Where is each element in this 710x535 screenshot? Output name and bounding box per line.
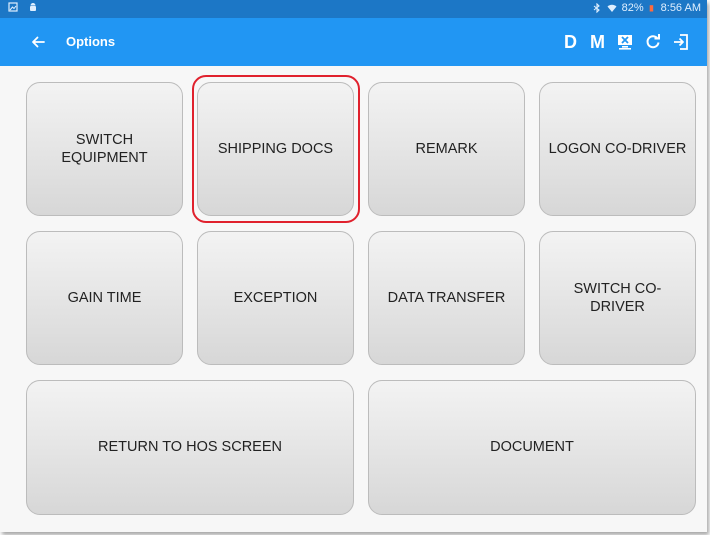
exception-button[interactable]: EXCEPTION (197, 231, 354, 365)
bluetooth-icon (593, 3, 600, 13)
data-transfer-button[interactable]: DATA TRANSFER (368, 231, 525, 365)
document-label: DOCUMENT (490, 439, 574, 456)
exception-label: EXCEPTION (233, 289, 318, 306)
monitor-icon (618, 35, 632, 50)
android-notification-icon (30, 3, 36, 11)
switch-co-driver-label: SWITCH CO-DRIVER (573, 280, 662, 315)
battery-percent: 82% (621, 2, 644, 14)
logout-button[interactable] (667, 28, 695, 56)
app-frame: 82% 8:56 AM Options D M SWITCH EQUIPMENT… (0, 0, 707, 532)
status-time: 8:56 AM (660, 2, 701, 14)
shipping-docs-button[interactable]: SHIPPING DOCS (197, 82, 354, 216)
remark-button[interactable]: REMARK (368, 82, 525, 216)
status-bar: 82% 8:56 AM (0, 0, 707, 18)
app-bar: Options D M (0, 18, 707, 66)
page-title: Options (66, 34, 116, 49)
gain-time-label: GAIN TIME (67, 289, 142, 306)
switch-co-driver-button[interactable]: SWITCH CO-DRIVER (539, 231, 696, 365)
switch-equipment-button[interactable]: SWITCH EQUIPMENT (26, 82, 183, 216)
wifi-icon (607, 4, 617, 12)
refresh-button[interactable] (639, 28, 667, 56)
logon-co-driver-label: LOGON CO-DRIVER (548, 140, 687, 157)
monitor-button[interactable] (611, 28, 639, 56)
options-grid: SWITCH EQUIPMENT SHIPPING DOCS REMARK LO… (0, 66, 707, 532)
toolbar-actions: D M (557, 28, 695, 56)
gain-time-button[interactable]: GAIN TIME (26, 231, 183, 365)
remark-label: REMARK (415, 140, 478, 157)
return-to-hos-screen-button[interactable]: RETURN TO HOS SCREEN (26, 380, 354, 515)
switch-equipment-label: SWITCH EQUIPMENT (61, 131, 148, 166)
d-action-button[interactable]: D (557, 32, 584, 53)
data-transfer-label: DATA TRANSFER (387, 289, 506, 306)
gallery-notification-icon (8, 2, 18, 12)
shipping-docs-label: SHIPPING DOCS (217, 140, 334, 157)
refresh-icon (646, 34, 660, 49)
document-button[interactable]: DOCUMENT (368, 380, 696, 515)
logout-icon (674, 34, 688, 50)
m-action-button[interactable]: M (584, 32, 611, 53)
logon-co-driver-button[interactable]: LOGON CO-DRIVER (539, 82, 696, 216)
return-to-hos-screen-label: RETURN TO HOS SCREEN (98, 439, 282, 456)
back-arrow-icon[interactable] (28, 32, 48, 52)
battery-icon (649, 5, 653, 12)
